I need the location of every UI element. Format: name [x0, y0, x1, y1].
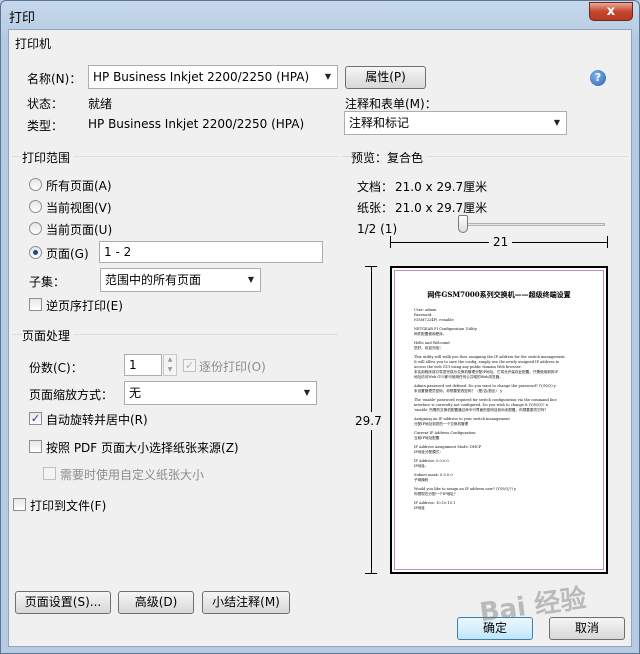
copies-input[interactable]: 1 — [124, 354, 162, 376]
subset-value: 范围中的所有页面 — [105, 273, 202, 287]
page-slider-track[interactable] — [459, 223, 605, 226]
print-to-file-checkbox[interactable] — [13, 498, 26, 511]
reverse-pages-checkbox[interactable] — [29, 298, 42, 311]
preview-doc-title: 网件GSM7000系列交换机——超级终端设置 — [427, 290, 571, 299]
cancel-button[interactable]: 取消 — [549, 617, 625, 640]
dimension-tick — [607, 236, 608, 248]
collate-label: 逐份打印(O) — [199, 360, 266, 374]
reverse-pages-label[interactable]: 逆页序打印(E) — [46, 297, 123, 314]
subset-label: 子集： — [29, 275, 66, 289]
preview-doc-body: User: admin Password: (GSM7224P) >enable NE… — [414, 308, 594, 511]
auto-rotate-label[interactable]: 自动旋转并居中(R) — [46, 411, 148, 428]
status-label: 状态： — [27, 97, 64, 111]
document-size-value: 21.0 x 29.7厘米 — [395, 180, 488, 194]
paper-size-value: 21.0 x 29.7厘米 — [395, 201, 488, 215]
comments-label: 注释和表单(M)： — [345, 97, 437, 111]
pdf-paper-source-checkbox[interactable] — [29, 440, 42, 453]
comments-select[interactable]: 注释和标记 ▼ — [344, 111, 567, 135]
chevron-down-icon: ▼ — [553, 118, 561, 127]
page-counter: 1/2 (1) — [357, 222, 398, 236]
dimension-tick — [365, 266, 377, 267]
help-icon[interactable]: ? — [590, 70, 606, 86]
type-value: HP Business Inkjet 2200/2250 (HPA) — [88, 117, 305, 131]
print-dialog: 打印 x 打印机 名称(N)： HP Business Inkjet 2200/… — [0, 0, 640, 654]
height-dimension-label: 29.7 — [355, 412, 382, 430]
current-page-label[interactable]: 当前页面(U) — [46, 221, 112, 238]
radio-all-pages[interactable] — [29, 178, 42, 191]
page-slider-thumb[interactable] — [458, 215, 468, 233]
printer-name-select[interactable]: HP Business Inkjet 2200/2250 (HPA) ▼ — [88, 65, 338, 89]
comments-value: 注释和标记 — [349, 116, 410, 130]
page-setup-button[interactable]: 页面设置(S)... — [15, 591, 111, 614]
close-button[interactable]: x — [589, 2, 633, 21]
copies-stepper[interactable]: ▲ ▼ — [163, 354, 177, 376]
print-range-title: 打印范围 — [22, 149, 75, 166]
printer-name-value: HP Business Inkjet 2200/2250 (HPA) — [93, 70, 310, 84]
subset-select[interactable]: 范围中的所有页面 ▼ — [100, 268, 261, 292]
page-preview: 网件GSM7000系列交换机——超级终端设置 User: admin Passwo… — [390, 266, 608, 574]
pdf-paper-source-label[interactable]: 按照 PDF 页面大小选择纸张来源(Z) — [46, 439, 239, 456]
scaling-label: 页面缩放方式： — [29, 388, 114, 402]
scaling-select[interactable]: 无 ▼ — [124, 381, 317, 405]
pages-input[interactable]: 1 - 2 — [99, 241, 323, 263]
doc-line: IP地址 — [414, 506, 426, 510]
printer-section-title: 打印机 — [15, 37, 52, 51]
radio-current-view[interactable] — [29, 200, 42, 213]
window-title: 打印 — [9, 11, 36, 26]
dimension-tick — [365, 573, 377, 574]
copies-label: 份数(C)： — [29, 361, 83, 375]
pages-label[interactable]: 页面(G) — [46, 245, 89, 262]
type-label: 类型： — [27, 119, 64, 133]
custom-paper-checkbox[interactable] — [43, 467, 56, 480]
current-view-label[interactable]: 当前视图(V) — [46, 199, 112, 216]
dialog-client: 打印机 名称(N)： HP Business Inkjet 2200/2250 … — [8, 29, 632, 647]
auto-rotate-checkbox[interactable]: ✓ — [29, 412, 42, 425]
all-pages-label[interactable]: 所有页面(A) — [46, 177, 112, 194]
title-bar: 打印 x — [1, 1, 639, 29]
chevron-down-icon: ▼ — [247, 275, 255, 284]
printer-name-label: 名称(N)： — [27, 72, 82, 86]
collate-checkbox[interactable]: ✓ — [183, 359, 196, 372]
dimension-tick — [390, 236, 391, 248]
summarize-comments-button[interactable]: 小结注释(M) — [202, 591, 290, 614]
advanced-button[interactable]: 高级(D) — [118, 591, 194, 614]
custom-paper-label: 需要时使用自定义纸张大小 — [60, 468, 205, 482]
print-to-file-label[interactable]: 打印到文件(F) — [30, 497, 106, 514]
scaling-value: 无 — [129, 386, 142, 400]
status-value: 就绪 — [88, 97, 113, 111]
chevron-down-icon: ▼ — [324, 72, 332, 81]
properties-button[interactable]: 属性(P) — [345, 66, 426, 89]
radio-current-page[interactable] — [29, 222, 42, 235]
preview-title: 预览：复合色 — [351, 149, 428, 166]
document-size-label: 文档： — [357, 180, 394, 194]
width-dimension-label: 21 — [489, 235, 513, 249]
page-handling-title: 页面处理 — [22, 327, 75, 344]
paper-size-label: 纸张： — [357, 201, 394, 215]
radio-pages[interactable] — [29, 246, 42, 259]
chevron-down-icon: ▼ — [303, 388, 311, 397]
